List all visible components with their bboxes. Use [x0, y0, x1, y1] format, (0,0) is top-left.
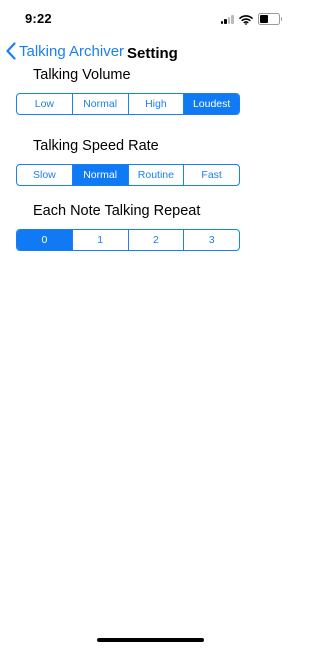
navigation-bar: Talking Archiver Setting	[0, 38, 300, 68]
talking-speed-rate-section: Talking Speed Rate Slow Normal Routine F…	[16, 137, 240, 186]
segment-slow[interactable]: Slow	[17, 165, 73, 185]
wifi-icon	[238, 14, 253, 25]
back-button[interactable]: Talking Archiver	[6, 42, 124, 60]
talking-volume-section: Talking Volume Low Normal High Loudest	[16, 68, 240, 115]
note-talking-repeat-segmented-control[interactable]: 0 1 2 3	[16, 229, 240, 251]
status-time: 9:22	[25, 11, 52, 26]
home-indicator	[97, 638, 204, 642]
back-label: Talking Archiver	[19, 42, 125, 60]
note-talking-repeat-section: Each Note Talking Repeat 0 1 2 3	[16, 202, 240, 251]
segment-1[interactable]: 1	[73, 230, 129, 250]
segment-fast[interactable]: Fast	[184, 165, 239, 185]
segment-normal[interactable]: Normal	[73, 94, 129, 114]
segment-2[interactable]: 2	[129, 230, 185, 250]
segment-0[interactable]: 0	[17, 230, 73, 250]
segment-low[interactable]: Low	[17, 94, 73, 114]
segment-3[interactable]: 3	[184, 230, 239, 250]
cellular-signal-icon	[220, 14, 234, 24]
section-title: Talking Volume	[33, 68, 131, 83]
segment-routine[interactable]: Routine	[129, 165, 185, 185]
battery-icon	[257, 13, 282, 25]
talking-volume-segmented-control[interactable]: Low Normal High Loudest	[16, 93, 240, 115]
chevron-left-icon	[6, 42, 16, 60]
status-bar: 9:22	[0, 0, 300, 38]
section-title: Talking Speed Rate	[33, 138, 159, 154]
segment-normal[interactable]: Normal	[72, 165, 129, 185]
segment-loudest[interactable]: Loudest	[184, 94, 239, 114]
segment-high[interactable]: High	[129, 94, 185, 114]
page-title: Setting	[127, 45, 178, 62]
section-title: Each Note Talking Repeat	[33, 203, 201, 219]
settings-content: Talking Volume Low Normal High Loudest T…	[0, 68, 300, 628]
talking-speed-rate-segmented-control[interactable]: Slow Normal Routine Fast	[16, 164, 240, 186]
status-icons	[220, 13, 282, 25]
